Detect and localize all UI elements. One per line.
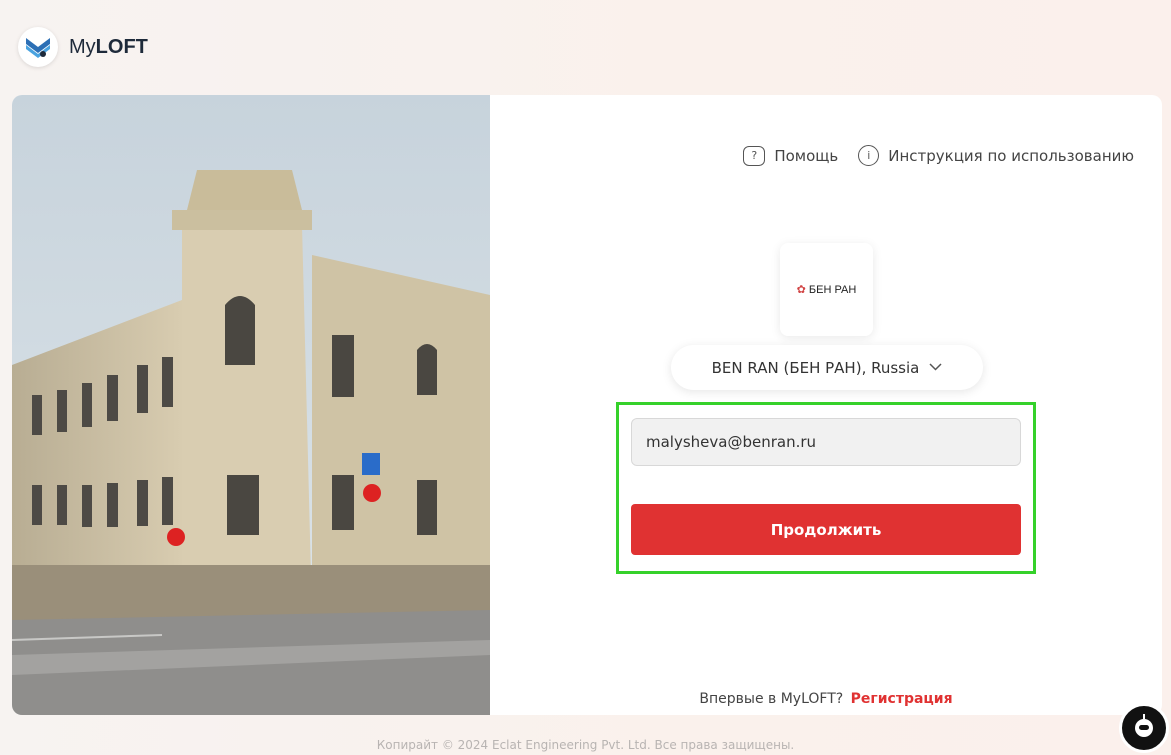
top-bar: MyLOFT	[0, 0, 1171, 90]
myloft-wordmark: MyLOFT	[69, 35, 148, 58]
signup-link[interactable]: Регистрация	[851, 691, 953, 707]
continue-button[interactable]: Продолжить	[631, 504, 1021, 555]
footer-copyright: Копирайт © 2024 Eclat Engineering Pvt. L…	[376, 738, 795, 752]
manual-link[interactable]: i Инструкция по использованию	[858, 145, 1134, 166]
chatbot-icon	[1132, 713, 1156, 743]
login-card: ? Помощь i Инструкция по использованию ✿…	[12, 95, 1162, 715]
library-building-photo	[12, 95, 490, 715]
signup-prompt: Впервые в MyLOFT? Регистрация	[490, 691, 1162, 707]
signup-prompt-text: Впервые в MyLOFT?	[699, 691, 844, 707]
chatbot-button[interactable]	[1119, 703, 1169, 753]
help-links: ? Помощь i Инструкция по использованию	[743, 145, 1134, 166]
myloft-logo[interactable]: MyLOFT	[18, 27, 148, 67]
help-link[interactable]: ? Помощь	[743, 145, 839, 166]
help-icon: ?	[743, 145, 766, 166]
email-field[interactable]	[631, 418, 1021, 466]
ben-ran-flower-icon: ✿	[796, 284, 806, 296]
organization-logo: ✿ БЕН РАН	[780, 243, 873, 336]
login-panel: ? Помощь i Инструкция по использованию ✿…	[490, 95, 1162, 715]
manual-link-label: Инструкция по использованию	[888, 146, 1134, 165]
info-icon: i	[858, 145, 880, 166]
myloft-logo-icon	[18, 27, 58, 67]
chevron-down-icon	[929, 360, 942, 375]
organization-select-value: BEN RAN (БЕН РАН), Russia	[711, 358, 920, 377]
help-link-label: Помощь	[774, 146, 839, 165]
organization-logo-text: БЕН РАН	[808, 283, 857, 296]
organization-select[interactable]: BEN RAN (БЕН РАН), Russia	[671, 345, 983, 390]
